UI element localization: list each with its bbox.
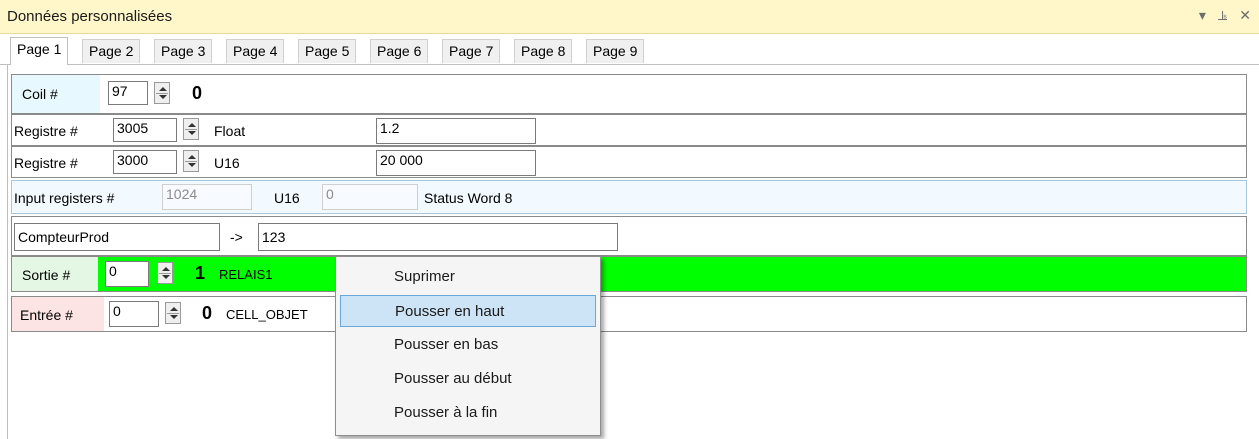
tab-page-1[interactable]: Page 1 bbox=[10, 37, 69, 65]
input-register-row: Input registers # 1024 U16 0 Status Word… bbox=[11, 180, 1247, 214]
menu-item-delete[interactable]: Suprimer bbox=[340, 261, 596, 293]
tab-page-6[interactable]: Page 6 bbox=[370, 39, 429, 63]
coil-value: 0 bbox=[192, 83, 203, 103]
input-name: CELL_OBJET bbox=[226, 307, 308, 322]
tab-page-5[interactable]: Page 5 bbox=[298, 39, 357, 63]
input-address-spinner[interactable] bbox=[165, 302, 181, 324]
output-value: 1 bbox=[195, 263, 206, 283]
menu-item-move-to-start[interactable]: Pousser au début bbox=[340, 363, 596, 395]
counter-row: CompteurProd -> 123 bbox=[11, 216, 1247, 256]
output-address-spinner[interactable] bbox=[157, 262, 173, 284]
output-label: Sortie # bbox=[22, 267, 71, 283]
register-type: Float bbox=[214, 123, 246, 139]
register-value-input[interactable]: 1.2 bbox=[376, 118, 536, 144]
tab-page-3[interactable]: Page 3 bbox=[154, 39, 213, 63]
dropdown-icon[interactable]: ▾ bbox=[1199, 7, 1206, 24]
output-row: Sortie # 0 1 RELAIS1 bbox=[11, 256, 1247, 292]
input-register-address: 1024 bbox=[162, 184, 252, 210]
tab-page-4[interactable]: Page 4 bbox=[226, 39, 285, 63]
input-value: 0 bbox=[202, 303, 213, 323]
input-label: Entrée # bbox=[20, 307, 73, 323]
coil-address-spinner[interactable] bbox=[154, 82, 170, 104]
register-address-spinner[interactable] bbox=[183, 118, 199, 140]
register-label: Registre # bbox=[14, 155, 78, 171]
register-label: Registre # bbox=[14, 123, 78, 139]
tab-page-7[interactable]: Page 7 bbox=[442, 39, 501, 63]
tab-page-8[interactable]: Page 8 bbox=[514, 39, 573, 63]
menu-item-move-up[interactable]: Pousser en haut bbox=[340, 295, 596, 327]
menu-item-move-down[interactable]: Pousser en bas bbox=[340, 329, 596, 361]
pin-icon[interactable]: ⫡ bbox=[1218, 7, 1227, 24]
coil-row: Coil # 97 0 bbox=[11, 74, 1247, 114]
output-name: RELAIS1 bbox=[219, 267, 273, 282]
counter-name-input[interactable]: CompteurProd bbox=[14, 223, 220, 251]
input-register-type: U16 bbox=[274, 190, 300, 206]
register-address-input[interactable]: 3000 bbox=[113, 150, 177, 174]
tab-bar: Page 1 Page 2 Page 3 Page 4 Page 5 Page … bbox=[0, 34, 1259, 65]
input-address-input[interactable]: 0 bbox=[109, 301, 159, 327]
register-value-input[interactable]: 20 000 bbox=[376, 150, 536, 176]
register-row-float: Registre # 3005 Float 1.2 bbox=[11, 114, 1247, 146]
panel-titlebar: Données personnalisées ▾ ⫡ ✕ bbox=[0, 0, 1259, 34]
panel-title: Données personnalisées bbox=[7, 8, 173, 25]
tab-page-2[interactable]: Page 2 bbox=[82, 39, 141, 63]
tab-page-9[interactable]: Page 9 bbox=[586, 39, 645, 63]
input-register-label: Input registers # bbox=[14, 190, 115, 206]
panel-controls: ▾ ⫡ ✕ bbox=[1199, 7, 1251, 24]
output-address-input[interactable]: 0 bbox=[105, 261, 149, 287]
input-register-description: Status Word 8 bbox=[424, 190, 513, 206]
context-menu: Suprimer Pousser en haut Pousser en bas … bbox=[335, 256, 601, 436]
menu-item-move-to-end[interactable]: Pousser à la fin bbox=[340, 397, 596, 429]
register-row-u16: Registre # 3000 U16 20 000 bbox=[11, 146, 1247, 178]
input-register-value: 0 bbox=[322, 184, 418, 210]
register-address-input[interactable]: 3005 bbox=[113, 118, 177, 142]
input-row: Entrée # 0 0 CELL_OBJET bbox=[11, 296, 1247, 332]
register-type: U16 bbox=[214, 155, 240, 171]
counter-value-input[interactable]: 123 bbox=[258, 223, 618, 251]
close-icon[interactable]: ✕ bbox=[1239, 7, 1251, 24]
counter-arrow: -> bbox=[230, 229, 243, 245]
coil-label: Coil # bbox=[22, 86, 58, 102]
register-address-spinner[interactable] bbox=[183, 150, 199, 172]
coil-address-input[interactable]: 97 bbox=[108, 81, 148, 105]
